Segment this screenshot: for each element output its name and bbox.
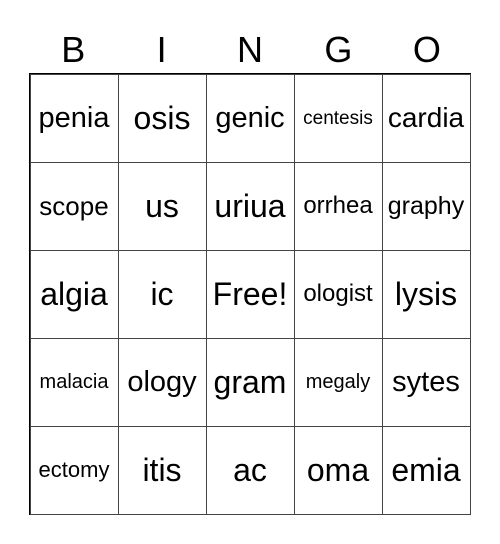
bingo-cell[interactable]: orrhea [293,161,383,251]
bingo-cell[interactable]: sytes [381,337,471,427]
bingo-cell[interactable]: malacia [29,337,119,427]
bingo-cell[interactable]: centesis [293,73,383,163]
bingo-cell[interactable]: osis [117,73,207,163]
bingo-cell[interactable]: ologist [293,249,383,339]
bingo-cell[interactable]: algia [29,249,119,339]
free-space[interactable]: Free! [205,249,295,339]
header-letter-o: O [412,29,441,70]
bingo-cell[interactable]: oma [293,425,383,515]
bingo-cell[interactable]: itis [117,425,207,515]
bingo-cell[interactable]: penia [29,73,119,163]
bingo-cell[interactable]: cardia [381,73,471,163]
header-letter-n: N [237,29,264,70]
bingo-cell[interactable]: gram [205,337,295,427]
bingo-cell[interactable]: us [117,161,207,251]
bingo-header: B I N G O [29,28,471,72]
bingo-cell[interactable]: graphy [381,161,471,251]
header-letter-g: G [324,29,353,70]
bingo-cell[interactable]: uriua [205,161,295,251]
bingo-cell[interactable]: lysis [381,249,471,339]
bingo-cell[interactable]: genic [205,73,295,163]
bingo-cell[interactable]: ic [117,249,207,339]
bingo-cell[interactable]: ology [117,337,207,427]
bingo-cell[interactable]: emia [381,425,471,515]
bingo-cell[interactable]: megaly [293,337,383,427]
header-letter-b: B [61,29,86,70]
bingo-grid: penia osis genic centesis cardia scope u… [29,73,471,515]
header-letter-i: I [156,29,167,70]
bingo-cell[interactable]: scope [29,161,119,251]
bingo-cell[interactable]: ectomy [29,425,119,515]
bingo-cell[interactable]: ac [205,425,295,515]
